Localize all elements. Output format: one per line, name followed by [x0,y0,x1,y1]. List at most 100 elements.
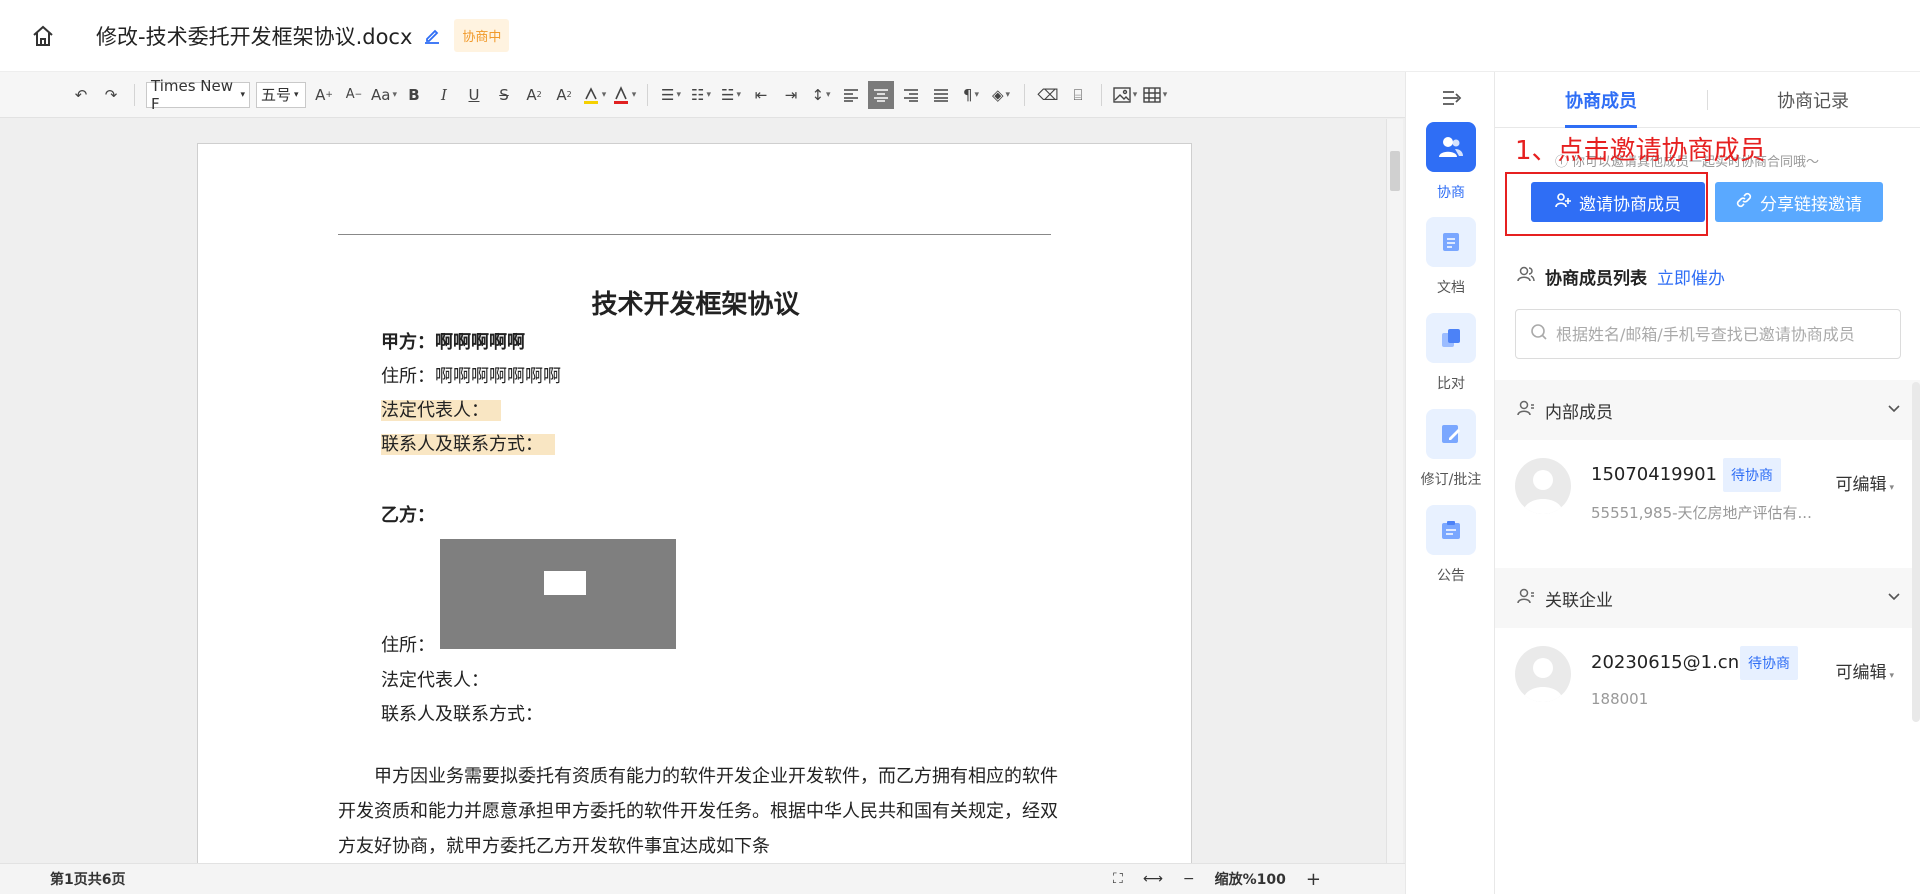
document-page[interactable]: 技术开发框架协议 甲方：啊啊啊啊啊 住所：啊啊啊啊啊啊啊 法定代表人： 联系人及… [197,143,1192,863]
underline-icon[interactable]: U [461,81,487,109]
collapse-panel-icon[interactable] [1440,86,1464,110]
rail-item-negotiate[interactable]: 协商 [1406,122,1496,202]
rail-item-announcement[interactable]: 公告 [1406,505,1496,585]
urge-now-link[interactable]: 立即催办 [1657,264,1725,289]
rail-label-revise: 修订/批注 [1420,472,1482,488]
zoom-level: 缩放%100 [1214,872,1286,888]
toolbar-divider [647,83,648,106]
bold-icon[interactable]: B [401,81,427,109]
zoom-controls: ⛶ ⟷ − 缩放%100 + [1113,869,1321,890]
contact-b-line: 联系人及联系方式： [381,704,543,725]
group-users-icon [1517,587,1535,610]
justify-icon[interactable] [928,81,954,109]
highlight-icon[interactable]: ▾ [581,81,607,109]
rail-item-compare[interactable]: 比对 [1406,313,1496,393]
tab-members[interactable]: 协商成员 [1495,72,1707,128]
superscript-icon[interactable]: A2 [521,81,547,109]
legal-rep-b-line: 法定代表人： [381,670,489,691]
top-bar: 修改-技术委托开发框架协议.docx 协商中 [0,0,1920,72]
italic-icon[interactable]: I [431,81,457,109]
contact-a-line: 联系人及联系方式： [381,430,555,456]
panel-scrollbar[interactable] [1912,382,1920,722]
group-title-internal: 内部成员 [1545,402,1613,423]
header-rule [338,234,1051,235]
undo-icon[interactable]: ↶ [68,81,94,109]
font-color-icon[interactable]: ▾ [611,81,637,109]
insert-image-icon[interactable]: ▾ [1112,81,1138,109]
document-icon [1426,217,1476,267]
grow-font-icon[interactable]: A + [311,81,337,109]
negotiation-panel: 协商成员 协商记录 ⓘ 你可以邀请其他成员一起实时协商合同哦～ 1、点击邀请协商… [1495,72,1920,894]
increase-indent-icon[interactable]: ⇥ [778,81,804,109]
font-family-select[interactable]: Times New F ▾ [146,77,250,113]
status-bar: 第1页共6页 ⛶ ⟷ − 缩放%100 + [0,863,1405,894]
legal-rep-a-line: 法定代表人： [381,396,501,422]
panel-tabs: 协商成员 协商记录 [1495,72,1920,128]
invite-member-button[interactable]: 邀请协商成员 [1531,182,1705,222]
fit-width-icon[interactable]: ⟷ [1143,871,1163,887]
address-b-line: 住所： [381,635,435,656]
tab-records[interactable]: 协商记录 [1707,72,1919,127]
change-case-icon[interactable]: Aa ▾ [371,81,397,109]
home-icon[interactable] [28,21,58,51]
party-a-line: 甲方：啊啊啊啊啊 [381,332,525,353]
bullet-list-icon[interactable]: ☰ ▾ [658,81,684,109]
chevron-down-icon[interactable] [1886,400,1902,421]
paragraph-mark-icon[interactable]: ¶ ▾ [958,81,984,109]
chevron-down-icon[interactable] [1886,588,1902,609]
line-spacing-icon[interactable]: ↕ ▾ [808,81,834,109]
member-name: 15070419901 [1591,464,1717,485]
fit-page-icon[interactable]: ⛶ [1113,871,1123,887]
member-search-input[interactable] [1556,324,1896,344]
zoom-out-icon[interactable]: − [1183,871,1195,887]
document-canvas[interactable]: 技术开发框架协议 甲方：啊啊啊啊啊 住所：啊啊啊啊啊啊啊 法定代表人： 联系人及… [0,119,1405,863]
subscript-label: A [556,85,567,104]
member-permission-dropdown[interactable]: 可编辑 ▾ [1835,470,1894,495]
group-users-icon [1517,399,1535,422]
shrink-font-label: A [345,87,355,102]
align-right-icon[interactable] [898,81,924,109]
link-icon [1736,192,1752,213]
multilevel-list-icon[interactable]: ☱ ▾ [718,81,744,109]
member-row[interactable]: 15070419901 待协商 55551,985-天亿房地产评估有... 可编… [1495,440,1920,530]
rename-pencil-icon[interactable] [422,26,442,46]
decrease-indent-icon[interactable]: ⇤ [748,81,774,109]
party-b-line: 乙方： [381,505,435,526]
rail-label-negotiate: 协商 [1437,185,1465,201]
member-permission-dropdown[interactable]: 可编辑 ▾ [1835,658,1894,683]
member-row[interactable]: 20230615@1.cn 待协商 188001 可编辑 ▾ [1495,628,1920,718]
align-center-icon[interactable] [868,80,894,109]
numbered-list-icon[interactable]: ☷ ▾ [688,81,714,109]
member-status-badge: 待协商 [1723,458,1781,492]
rail-item-document[interactable]: 文档 [1406,217,1496,297]
announcement-icon [1426,505,1476,555]
revise-edit-icon [1426,409,1476,459]
redo-icon[interactable]: ↷ [98,81,124,109]
strikethrough-icon[interactable]: S [491,81,517,109]
editor-scroll-thumb[interactable] [1390,151,1400,191]
share-link-button[interactable]: 分享链接邀请 [1715,182,1883,222]
align-left-icon[interactable] [838,81,864,109]
page-info: 第1页共6页 [50,872,126,888]
address-a-line: 住所：啊啊啊啊啊啊啊 [381,366,561,387]
embedded-screenshot-image[interactable] [440,539,676,649]
group-title-related: 关联企业 [1545,590,1613,611]
compare-icon [1426,313,1476,363]
subscript-icon[interactable]: A2 [551,81,577,109]
font-size-select[interactable]: 五号 ▾ [256,81,306,108]
member-list-title: 协商成员列表 [1545,269,1647,289]
insert-table-icon[interactable]: ▾ [1142,81,1168,109]
member-search-box[interactable] [1515,309,1901,359]
add-user-icon [1555,192,1571,213]
editor-scrollbar[interactable] [1386,119,1403,863]
shrink-font-icon[interactable]: A − [341,81,367,109]
group-related-companies[interactable]: 关联企业 [1495,568,1920,628]
tutorial-annotation: 1、点击邀请协商成员 [1515,136,1766,166]
group-internal-members[interactable]: 内部成员 [1495,380,1920,440]
rail-item-revise[interactable]: 修订/批注 [1406,409,1496,489]
format-painter-icon[interactable]: ⌸ [1065,81,1091,109]
zoom-in-icon[interactable]: + [1306,869,1321,890]
clear-format-eraser-icon[interactable]: ⌫ [1035,81,1061,109]
invite-member-label: 邀请协商成员 [1579,194,1681,214]
fill-color-icon[interactable]: ◈ ▾ [988,81,1014,109]
